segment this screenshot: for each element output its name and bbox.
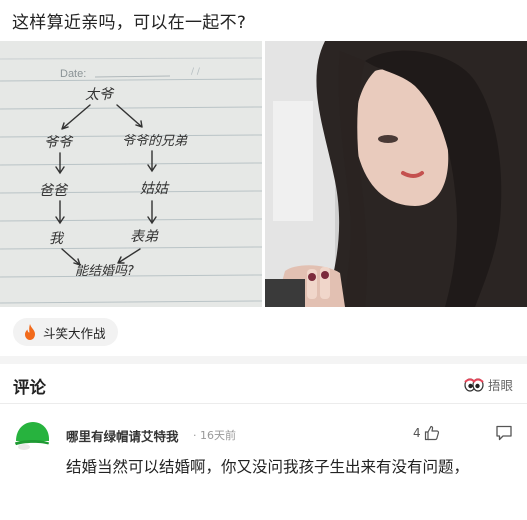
comments-header: 评论 捂眼 bbox=[0, 364, 527, 404]
notebook-date-label: Date: bbox=[60, 68, 86, 80]
fire-icon bbox=[23, 324, 37, 340]
notebook-drawing: Date: / / 太爷 爷爷 爷爷的兄弟 爸爸 姑姑 我 表弟 能结婚吗? bbox=[0, 41, 262, 307]
cover-eyes-label: 捂眼 bbox=[487, 378, 513, 393]
notebook-image[interactable]: Date: / / 太爷 爷爷 爷爷的兄弟 爸爸 姑姑 我 表弟 能结婚吗? bbox=[0, 41, 262, 307]
topic-tag[interactable]: 斗笑大作战 bbox=[13, 318, 118, 346]
node-grandpa: 爷爷 bbox=[44, 135, 74, 151]
portrait-photo[interactable] bbox=[265, 41, 527, 307]
cover-eyes-button[interactable]: 捂眼 bbox=[464, 375, 513, 394]
node-question: 能结婚吗? bbox=[75, 264, 134, 279]
node-dad: 爸爸 bbox=[39, 183, 69, 199]
eyes-icon bbox=[464, 377, 484, 392]
comment-time: · 16天前 bbox=[193, 429, 236, 442]
node-great-grandpa: 太爷 bbox=[85, 87, 115, 103]
green-hat-avatar-icon bbox=[14, 419, 50, 455]
section-divider bbox=[0, 356, 527, 364]
post-images: Date: / / 太爷 爷爷 爷爷的兄弟 爸爸 姑姑 我 表弟 能结婚吗? bbox=[0, 41, 527, 307]
thumbs-up-icon bbox=[424, 425, 440, 441]
svg-text:/ /: / / bbox=[191, 67, 201, 77]
comment-item: 哪里有绿帽请艾特我 · 16天前 4 结婚当然可以结婚啊，你又没问我孩子生出来有… bbox=[0, 405, 527, 520]
node-me: 我 bbox=[49, 231, 65, 247]
topic-tag-label: 斗笑大作战 bbox=[43, 325, 106, 341]
portrait-drawing bbox=[265, 41, 527, 307]
node-aunt: 姑姑 bbox=[140, 181, 170, 197]
like-count: 4 bbox=[413, 426, 421, 440]
like-button[interactable]: 4 bbox=[413, 425, 440, 441]
comments-title: 评论 bbox=[13, 378, 46, 397]
node-grandpa-brother: 爷爷的兄弟 bbox=[122, 134, 188, 149]
comment-username[interactable]: 哪里有绿帽请艾特我 bbox=[66, 426, 179, 445]
reply-comment-icon[interactable] bbox=[495, 424, 513, 442]
node-cousin: 表弟 bbox=[130, 229, 159, 245]
post-title: 这样算近亲吗，可以在一起不? bbox=[12, 13, 247, 33]
comment-text: 结婚当然可以结婚啊，你又没问我孩子生出来有没有问题， bbox=[66, 458, 470, 476]
avatar[interactable] bbox=[14, 419, 50, 455]
